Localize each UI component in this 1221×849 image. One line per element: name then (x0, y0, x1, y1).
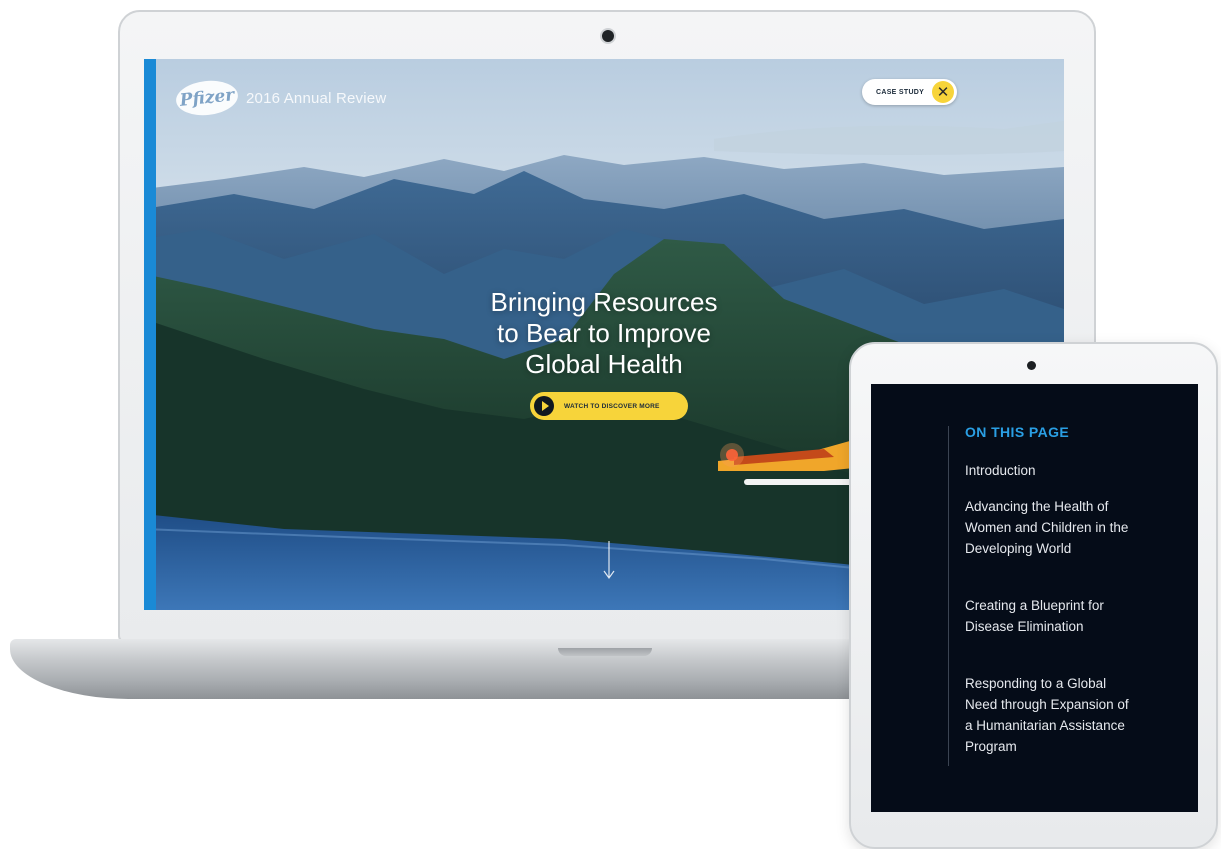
hero-line-3: Global Health (525, 349, 683, 379)
pfizer-logo[interactable]: Pfizer (174, 77, 240, 119)
tablet-camera (1027, 361, 1036, 370)
watch-video-button[interactable]: WATCH TO DISCOVER MORE (530, 392, 688, 420)
arrow-down-icon[interactable] (602, 541, 616, 581)
case-study-button[interactable]: CASE STUDY ✕ (862, 79, 957, 105)
laptop-camera (602, 30, 614, 42)
brand-title: 2016 Annual Review (246, 89, 387, 107)
toc-item-humanitarian-program[interactable]: Responding to a Global Need through Expa… (965, 673, 1135, 757)
laptop-notch (558, 648, 652, 656)
play-icon (534, 396, 554, 416)
hero-line-2: to Bear to Improve (497, 318, 711, 348)
brand-header[interactable]: Pfizer 2016 Annual Review (174, 77, 387, 119)
tablet-device: ON THIS PAGE Introduction Advancing the … (849, 342, 1218, 849)
toc-item-introduction[interactable]: Introduction (965, 460, 1135, 481)
page-accent-bar (144, 59, 156, 610)
close-icon[interactable]: ✕ (932, 81, 954, 103)
watch-video-label: WATCH TO DISCOVER MORE (564, 402, 660, 410)
pfizer-logo-text: Pfizer (178, 85, 236, 111)
case-study-label: CASE STUDY (876, 88, 925, 96)
toc-item-women-children[interactable]: Advancing the Health of Women and Childr… (965, 496, 1135, 559)
toc-item-disease-elimination[interactable]: Creating a Blueprint for Disease Elimina… (965, 595, 1135, 637)
tablet-screen: ON THIS PAGE Introduction Advancing the … (871, 384, 1198, 812)
toc-heading: ON THIS PAGE (965, 424, 1070, 440)
hero-headline: Bringing Resources to Bear to Improve Gl… (484, 287, 724, 380)
hero-line-1: Bringing Resources (490, 287, 718, 317)
toc-divider (948, 426, 949, 766)
